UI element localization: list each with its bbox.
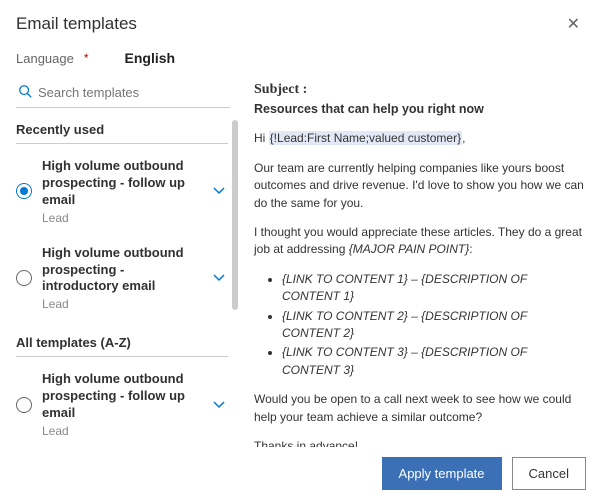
section-all-templates: All templates (A-Z) <box>16 335 228 357</box>
preview-paragraph: Thanks in advance! <box>254 438 588 447</box>
language-value[interactable]: English <box>125 50 176 66</box>
template-preview: Subject : Resources that can help you ri… <box>236 80 594 447</box>
chevron-down-icon[interactable] <box>212 183 230 199</box>
dialog-body: Recently used High volume outbound prosp… <box>0 76 600 447</box>
preview-paragraph: Our team are currently helping companies… <box>254 160 588 212</box>
dialog-header: Email templates ✕ <box>0 0 600 42</box>
template-category: Lead <box>42 211 202 225</box>
template-category: Lead <box>42 297 202 311</box>
template-item[interactable]: High volume outbound prospecting - intro… <box>10 235 234 322</box>
subject-label: Subject : <box>254 82 307 97</box>
language-label: Language <box>16 51 74 66</box>
preview-paragraph: Would you be open to a call next week to… <box>254 391 588 426</box>
chevron-down-icon[interactable] <box>212 397 230 413</box>
template-item[interactable]: High volume outbound prospecting - follo… <box>10 361 234 447</box>
close-icon: ✕ <box>567 16 580 33</box>
template-item[interactable]: High volume outbound prospecting - follo… <box>10 148 234 235</box>
template-text: High volume outbound prospecting - follo… <box>42 371 202 438</box>
template-text: High volume outbound prospecting - intro… <box>42 245 202 312</box>
dialog-title: Email templates <box>16 14 137 34</box>
pain-point-placeholder: {MAJOR PAIN POINT} <box>349 242 469 256</box>
p2-text-b: : <box>469 242 472 256</box>
subject-value: Resources that can help you right now <box>254 100 588 118</box>
radio-icon[interactable] <box>16 397 32 413</box>
search-icon <box>18 84 32 101</box>
template-name: High volume outbound prospecting - follo… <box>42 158 202 209</box>
template-list-pane: Recently used High volume outbound prosp… <box>10 80 236 447</box>
search-wrap[interactable] <box>16 80 230 108</box>
chevron-down-icon[interactable] <box>212 270 230 286</box>
close-button[interactable]: ✕ <box>563 10 584 38</box>
cancel-button[interactable]: Cancel <box>512 457 586 490</box>
template-category: Lead <box>42 424 202 438</box>
preview-paragraph: I thought you would appreciate these art… <box>254 224 588 259</box>
email-templates-dialog: Email templates ✕ Language * English Rec… <box>0 0 600 504</box>
radio-icon[interactable] <box>16 270 32 286</box>
required-asterisk: * <box>84 51 89 65</box>
template-list: Recently used High volume outbound prosp… <box>10 108 236 447</box>
preview-greeting: Hi {!Lead:First Name;valued customer}, <box>254 130 588 147</box>
content-links-list: {LINK TO CONTENT 1} – {DESCRIPTION OF CO… <box>282 271 588 379</box>
greeting-suffix: , <box>462 131 465 145</box>
merge-field-lead-name: {!Lead:First Name;valued customer} <box>269 131 462 145</box>
content-link-item: {LINK TO CONTENT 2} – {DESCRIPTION OF CO… <box>282 308 588 343</box>
content-link-item: {LINK TO CONTENT 3} – {DESCRIPTION OF CO… <box>282 344 588 379</box>
greeting-prefix: Hi <box>254 131 269 145</box>
language-row: Language * English <box>0 42 600 76</box>
section-recently-used: Recently used <box>16 122 228 144</box>
scrollbar[interactable] <box>232 120 238 310</box>
search-input[interactable] <box>38 85 228 100</box>
radio-icon[interactable] <box>16 183 32 199</box>
apply-template-button[interactable]: Apply template <box>382 457 502 490</box>
content-link-item: {LINK TO CONTENT 1} – {DESCRIPTION OF CO… <box>282 271 588 306</box>
dialog-footer: Apply template Cancel <box>0 447 600 504</box>
template-name: High volume outbound prospecting - follo… <box>42 371 202 422</box>
template-text: High volume outbound prospecting - follo… <box>42 158 202 225</box>
template-name: High volume outbound prospecting - intro… <box>42 245 202 296</box>
